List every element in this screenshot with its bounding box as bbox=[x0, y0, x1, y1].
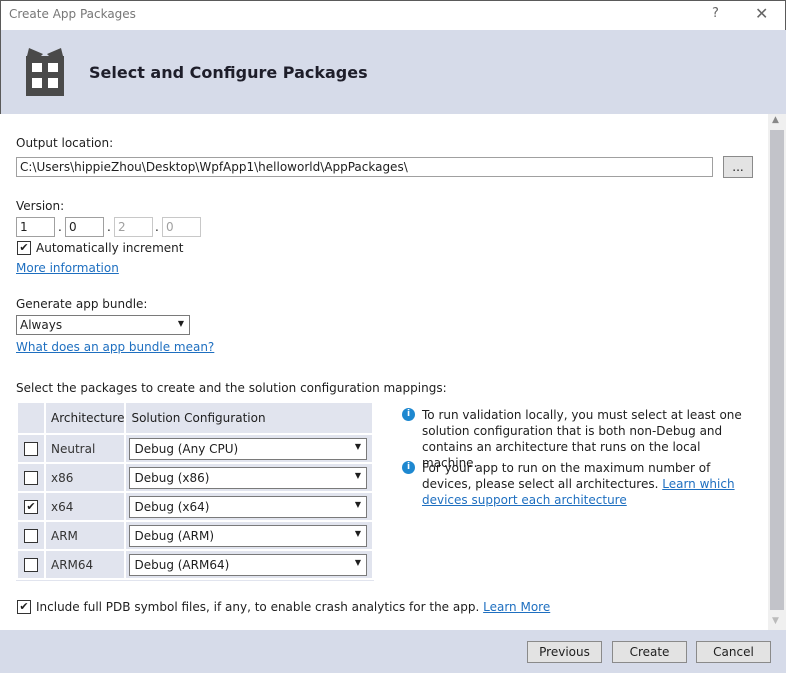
auto-increment-label: Automatically increment bbox=[36, 241, 184, 255]
page-title: Select and Configure Packages bbox=[89, 63, 368, 82]
cancel-button[interactable]: Cancel bbox=[696, 641, 771, 663]
bundle-value: Always bbox=[20, 318, 63, 332]
arch-checkbox[interactable] bbox=[24, 528, 38, 543]
table-row: ARM64 Debug (ARM64) ▼ bbox=[16, 549, 374, 580]
version-separator: . bbox=[107, 220, 111, 234]
bundle-label: Generate app bundle: bbox=[16, 297, 148, 311]
version-build-input: 2 bbox=[114, 217, 153, 237]
arch-name: x86 bbox=[43, 462, 127, 493]
arch-name: Neutral bbox=[43, 433, 127, 464]
packages-label: Select the packages to create and the so… bbox=[16, 381, 447, 395]
config-dropdown[interactable]: Debug (x64) ▼ bbox=[129, 495, 367, 518]
version-minor-input[interactable]: 0 bbox=[65, 217, 104, 237]
chevron-down-icon: ▼ bbox=[354, 557, 361, 567]
info-icon: i bbox=[402, 408, 415, 421]
header-band: Select and Configure Packages bbox=[0, 30, 786, 114]
table-row: x86 Debug (x86) ▼ bbox=[16, 462, 374, 493]
config-value: Debug (x64) bbox=[134, 499, 210, 514]
info-icon: i bbox=[402, 461, 415, 474]
architectures-note: For your app to run on the maximum numbe… bbox=[422, 460, 752, 508]
config-dropdown[interactable]: Debug (x86) ▼ bbox=[129, 466, 367, 489]
scroll-down-icon[interactable]: ▼ bbox=[772, 616, 779, 626]
pdb-checkbox[interactable]: ✔ bbox=[17, 600, 31, 614]
scroll-up-icon[interactable]: ▲ bbox=[772, 115, 779, 125]
arch-name: ARM bbox=[43, 520, 127, 551]
version-separator: . bbox=[58, 220, 62, 234]
learn-more-link[interactable]: Learn More bbox=[483, 600, 550, 614]
arch-checkbox[interactable] bbox=[24, 557, 38, 572]
version-separator: . bbox=[155, 220, 159, 234]
chevron-down-icon: ▼ bbox=[354, 470, 361, 480]
header-check bbox=[16, 401, 46, 435]
gift-package-icon bbox=[26, 48, 64, 96]
config-value: Debug (ARM64) bbox=[134, 557, 230, 572]
bundle-help-link[interactable]: What does an app bundle mean? bbox=[16, 340, 214, 354]
config-dropdown[interactable]: Debug (ARM64) ▼ bbox=[129, 553, 367, 576]
chevron-down-icon: ▼ bbox=[177, 319, 184, 328]
table-row: Neutral Debug (Any CPU) ▼ bbox=[16, 433, 374, 464]
bundle-dropdown[interactable]: Always ▼ bbox=[16, 315, 190, 335]
close-button[interactable]: ✕ bbox=[755, 4, 768, 23]
auto-increment-checkbox[interactable]: ✔ bbox=[17, 241, 31, 255]
chevron-down-icon: ▼ bbox=[354, 499, 361, 509]
version-revision-input: 0 bbox=[162, 217, 201, 237]
config-value: Debug (ARM) bbox=[134, 528, 215, 543]
version-label: Version: bbox=[16, 199, 65, 213]
table-row: ARM Debug (ARM) ▼ bbox=[16, 520, 374, 551]
arch-checkbox[interactable]: ✔ bbox=[24, 499, 38, 514]
arch-name: x64 bbox=[43, 491, 127, 522]
chevron-down-icon: ▼ bbox=[354, 528, 361, 538]
header-architecture: Architecture bbox=[43, 401, 127, 435]
table-row: ✔ x64 Debug (x64) ▼ bbox=[16, 491, 374, 522]
scrollbar-thumb[interactable] bbox=[770, 130, 784, 610]
browse-button[interactable]: ... bbox=[723, 156, 753, 178]
pdb-label: Include full PDB symbol files, if any, t… bbox=[36, 600, 480, 614]
config-dropdown[interactable]: Debug (ARM) ▼ bbox=[129, 524, 367, 547]
more-information-link[interactable]: More information bbox=[16, 261, 119, 275]
arch-name: ARM64 bbox=[43, 549, 127, 580]
output-location-label: Output location: bbox=[16, 136, 114, 150]
create-button[interactable]: Create bbox=[612, 641, 687, 663]
config-value: Debug (x86) bbox=[134, 470, 210, 485]
output-location-input[interactable]: C:\Users\hippieZhou\Desktop\WpfApp1\hell… bbox=[16, 157, 713, 177]
arch-checkbox[interactable] bbox=[24, 441, 38, 456]
previous-button[interactable]: Previous bbox=[527, 641, 602, 663]
packages-table: Architecture Solution Configuration Neut… bbox=[16, 401, 374, 581]
version-major-input[interactable]: 1 bbox=[16, 217, 55, 237]
config-value: Debug (Any CPU) bbox=[134, 441, 239, 456]
config-dropdown[interactable]: Debug (Any CPU) ▼ bbox=[129, 437, 367, 460]
help-button[interactable]: ? bbox=[712, 6, 719, 21]
header-configuration: Solution Configuration bbox=[124, 401, 374, 435]
arch-checkbox[interactable] bbox=[24, 470, 38, 485]
chevron-down-icon: ▼ bbox=[354, 441, 361, 451]
window-title: Create App Packages bbox=[9, 7, 136, 21]
